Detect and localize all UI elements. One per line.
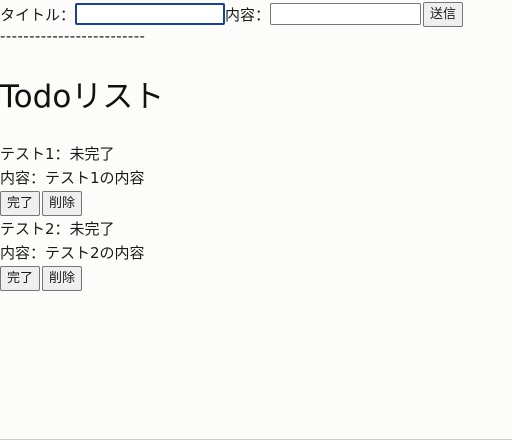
todo-content: 内容：テスト1の内容: [0, 169, 145, 187]
todo-page: タイトル： 内容： 送信 ------------------------- T…: [0, 0, 512, 440]
content-input[interactable]: [270, 3, 422, 25]
todo-content: 内容：テスト2の内容: [0, 244, 145, 262]
delete-button[interactable]: 削除: [42, 191, 83, 216]
todo-list: テスト1：未完了 内容：テスト1の内容 完了 削除 テスト2：未完了 内容：テス…: [0, 142, 512, 292]
todo-actions: 完了 削除: [0, 190, 512, 217]
todo-actions: 完了 削除: [0, 265, 512, 292]
complete-button[interactable]: 完了: [0, 266, 41, 291]
title-input[interactable]: [75, 3, 226, 25]
complete-button[interactable]: 完了: [0, 191, 41, 216]
title-label: タイトル：: [0, 5, 76, 24]
todo-form: タイトル： 内容： 送信: [0, 1, 464, 27]
todo-item: テスト2：未完了 内容：テスト2の内容 完了 削除: [0, 217, 512, 292]
todo-status: テスト1：未完了: [0, 145, 115, 163]
delete-button[interactable]: 削除: [42, 266, 83, 291]
todo-status: テスト2：未完了: [0, 220, 115, 238]
content-label: 内容：: [225, 5, 271, 24]
divider-line: -------------------------: [0, 27, 146, 45]
todo-item: テスト1：未完了 内容：テスト1の内容 完了 削除: [0, 142, 512, 217]
submit-button[interactable]: 送信: [423, 1, 464, 27]
page-title: Todoリスト: [0, 79, 165, 115]
